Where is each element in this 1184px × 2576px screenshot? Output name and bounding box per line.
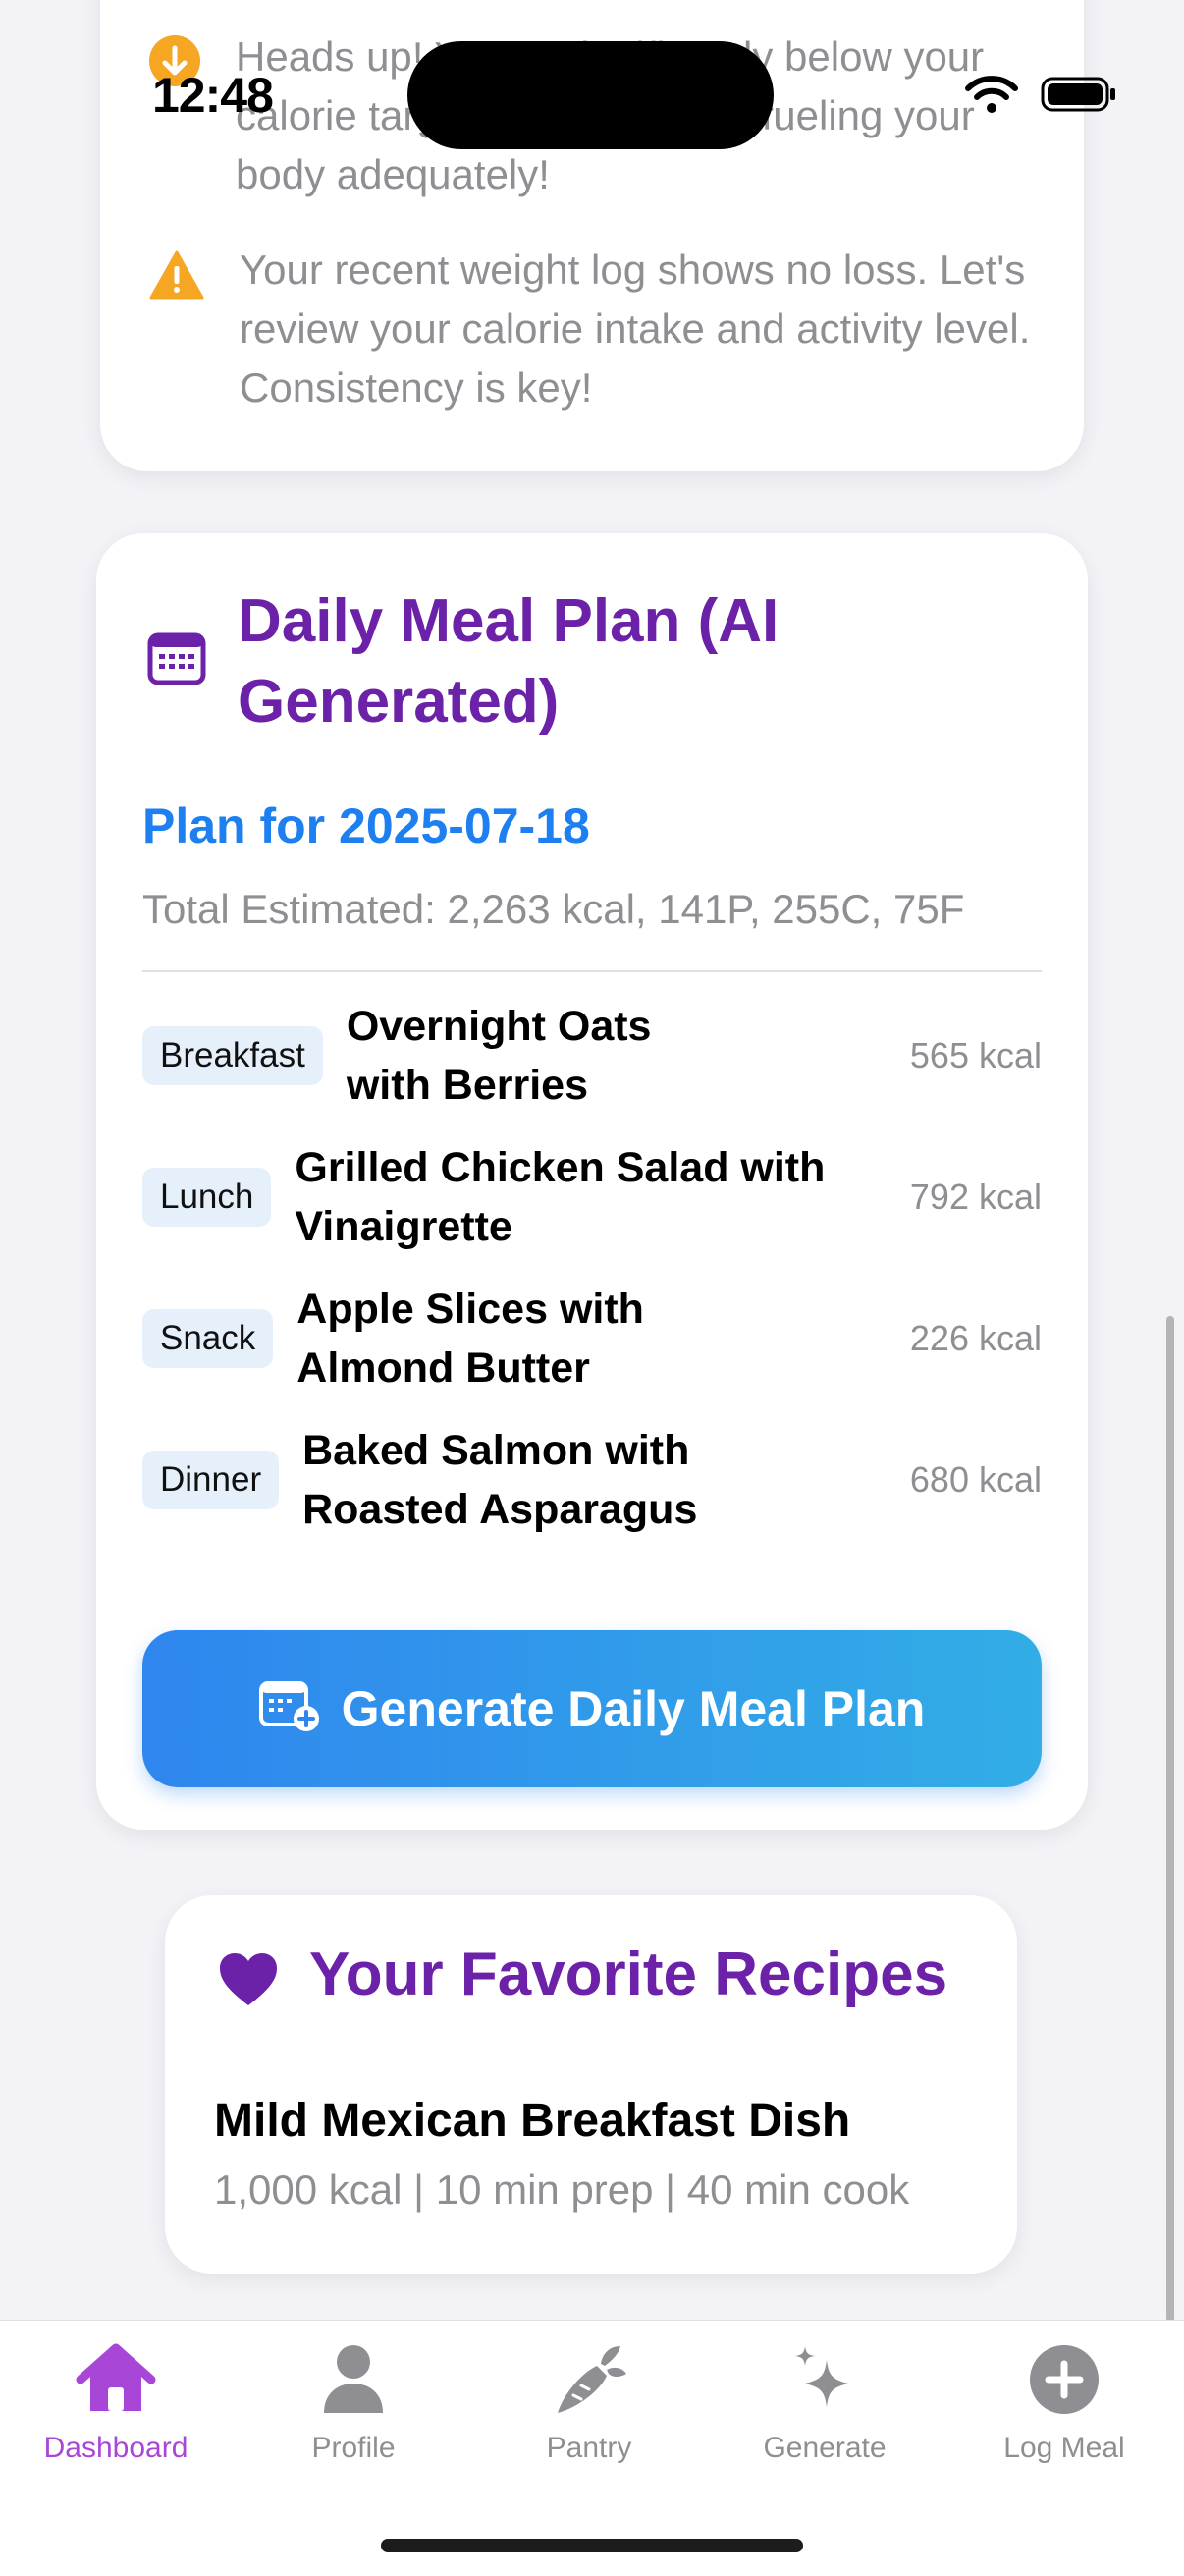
meal-type-badge: Breakfast [142,1026,323,1085]
status-icons [964,75,1117,119]
meal-row-lunch[interactable]: Lunch Grilled Chicken Salad with Vinaigr… [142,1138,1042,1256]
meal-type-badge: Snack [142,1309,274,1368]
scrollbar[interactable] [1166,1316,1174,2323]
tab-label: Profile [311,2432,396,2464]
meal-name: Apple Slices with Almond Butter [296,1286,644,1392]
meal-kcal: 565 kcal [909,1035,1042,1075]
tab-log-meal[interactable]: Log Meal [956,2342,1172,2465]
meal-name: Grilled Chicken Salad with Vinaigrette [295,1144,826,1250]
tab-profile[interactable]: Profile [245,2342,461,2465]
generate-button-label: Generate Daily Meal Plan [341,1681,926,1736]
meal-row-snack[interactable]: Snack Apple Slices with Almond Butter 22… [142,1280,1042,1398]
status-time: 12:48 [152,68,274,123]
tab-label: Pantry [546,2432,632,2464]
meal-row-dinner[interactable]: Dinner Baked Salmon with Roasted Asparag… [142,1421,1042,1539]
meal-plan-date: Plan for 2025-07-18 [142,798,590,853]
tab-label: Generate [763,2432,887,2464]
meal-kcal: 226 kcal [909,1318,1042,1358]
tab-label: Dashboard [43,2432,188,2464]
tab-pantry[interactable]: Pantry [481,2342,697,2465]
carrot-icon [550,2342,628,2422]
battery-icon [1041,75,1117,119]
meal-plan-total: Total Estimated: 2,263 kcal, 141P, 255C,… [142,886,965,932]
tab-dashboard[interactable]: Dashboard [8,2342,224,2465]
meal-type-badge: Lunch [142,1168,272,1227]
meal-kcal: 792 kcal [909,1177,1042,1217]
house-icon [75,2342,157,2422]
person-icon [316,2342,391,2422]
tab-label: Log Meal [1003,2432,1125,2464]
warning-row-weight: Your recent weight log shows no loss. Le… [149,241,1033,417]
calendar-icon [147,630,206,690]
home-indicator[interactable] [381,2539,803,2552]
warning-text-weight: Your recent weight log shows no loss. Le… [240,247,1031,411]
meal-name: Overnight Oats with Berries [346,1003,652,1109]
favorites-title: Your Favorite Recipes [309,1941,948,2008]
calendar-plus-icon [258,1679,322,1739]
plus-circle-icon [1027,2342,1102,2422]
tab-generate[interactable]: Generate [717,2342,933,2465]
dynamic-island [407,41,774,149]
meal-type-badge: Dinner [142,1451,280,1509]
wifi-icon [964,75,1019,119]
recipe-name[interactable]: Mild Mexican Breakfast Dish [214,2094,850,2148]
recipe-meta: 1,000 kcal | 10 min prep | 40 min cook [214,2166,910,2213]
sparkles-icon [787,2342,862,2422]
meal-name: Baked Salmon with Roasted Asparagus [302,1427,698,1533]
generate-meal-plan-button[interactable]: Generate Daily Meal Plan [142,1630,1042,1787]
meal-plan-title: Daily Meal Plan (AI Generated) [238,587,780,736]
meal-kcal: 680 kcal [909,1459,1042,1500]
divider [142,970,1042,972]
tab-bar: Dashboard Profile Pantry Generate Log Me… [0,2320,1184,2576]
meal-row-breakfast[interactable]: Breakfast Overnight Oats with Berries 56… [142,997,1042,1115]
heart-icon [218,1952,279,2012]
warning-triangle-icon [149,250,204,304]
